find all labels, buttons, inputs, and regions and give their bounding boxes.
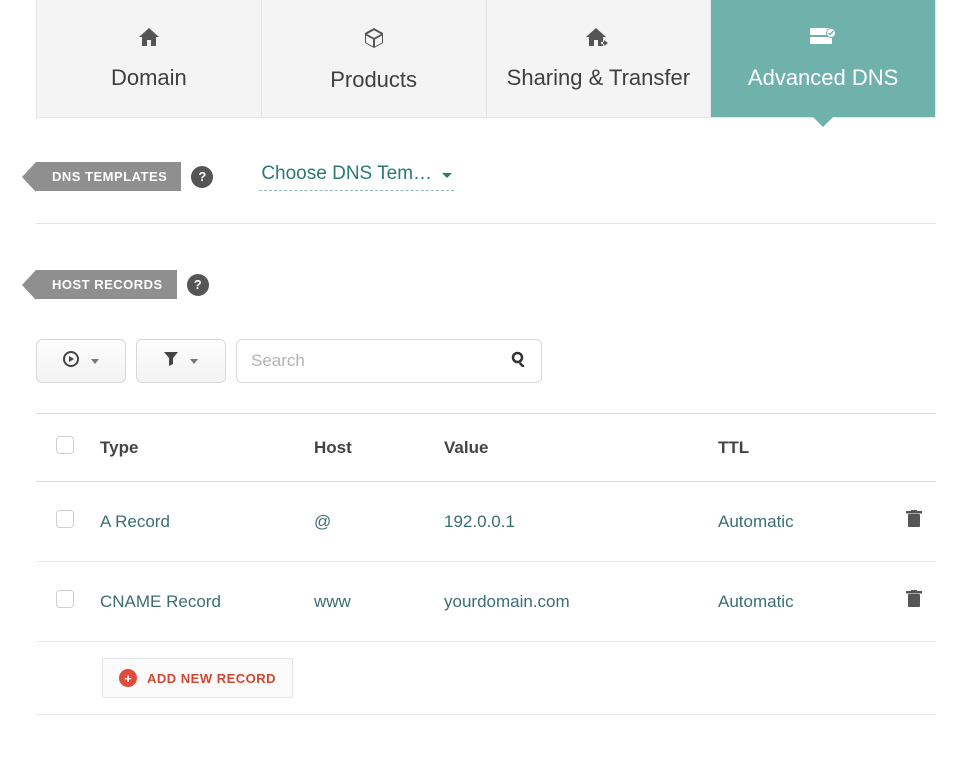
tab-products[interactable]: Products xyxy=(262,0,487,118)
filter-dropdown[interactable] xyxy=(136,339,226,383)
table-row: A Record @ 192.0.0.1 Automatic xyxy=(36,482,936,562)
tab-bar: Domain Products Sharing & Transfer Advan… xyxy=(36,0,936,118)
add-button-label: ADD NEW RECORD xyxy=(147,671,276,686)
box-icon xyxy=(272,28,476,53)
col-type: Type xyxy=(94,414,308,482)
table-header-row: Type Host Value TTL xyxy=(36,414,936,482)
tab-sharing[interactable]: Sharing & Transfer xyxy=(487,0,712,118)
cell-type[interactable]: A Record xyxy=(94,482,308,562)
search-icon[interactable] xyxy=(511,351,527,372)
cell-value[interactable]: 192.0.0.1 xyxy=(438,482,712,562)
dns-icon xyxy=(721,28,925,51)
row-checkbox[interactable] xyxy=(56,510,74,528)
tab-domain[interactable]: Domain xyxy=(37,0,262,118)
add-record-row: + ADD NEW RECORD xyxy=(36,642,936,715)
play-icon xyxy=(63,351,79,372)
trash-icon[interactable] xyxy=(906,593,922,612)
search-box[interactable] xyxy=(236,339,542,383)
home-icon xyxy=(47,28,251,51)
dns-template-select[interactable]: Choose DNS Tem… xyxy=(259,163,454,191)
col-value: Value xyxy=(438,414,712,482)
records-toolbar xyxy=(36,339,936,383)
add-new-record-button[interactable]: + ADD NEW RECORD xyxy=(102,658,293,698)
tab-advanced-dns[interactable]: Advanced DNS xyxy=(711,0,936,118)
host-records-section: HOST RECORDS ? xyxy=(36,270,936,299)
tab-label: Sharing & Transfer xyxy=(507,65,690,90)
cell-type[interactable]: CNAME Record xyxy=(94,562,308,642)
select-all-checkbox[interactable] xyxy=(56,436,74,454)
chevron-down-icon xyxy=(91,359,99,364)
tab-label: Advanced DNS xyxy=(748,65,898,90)
tab-label: Products xyxy=(330,67,417,92)
trash-icon[interactable] xyxy=(906,513,922,532)
share-icon xyxy=(497,28,701,51)
divider xyxy=(36,223,936,224)
dns-templates-section: DNS TEMPLATES ? Choose DNS Tem… xyxy=(36,162,936,191)
cell-value[interactable]: yourdomain.com xyxy=(438,562,712,642)
host-records-tag: HOST RECORDS xyxy=(36,270,177,299)
cell-ttl[interactable]: Automatic xyxy=(712,562,876,642)
dns-templates-tag: DNS TEMPLATES xyxy=(36,162,181,191)
chevron-down-icon xyxy=(190,359,198,364)
col-ttl: TTL xyxy=(712,414,876,482)
host-records-table: Type Host Value TTL A Record @ 192.0.0.1… xyxy=(36,413,936,642)
search-input[interactable] xyxy=(251,351,511,371)
help-icon[interactable]: ? xyxy=(187,274,209,296)
actions-dropdown[interactable] xyxy=(36,339,126,383)
row-checkbox[interactable] xyxy=(56,590,74,608)
col-host: Host xyxy=(308,414,438,482)
help-icon[interactable]: ? xyxy=(191,166,213,188)
filter-icon xyxy=(164,352,178,371)
cell-ttl[interactable]: Automatic xyxy=(712,482,876,562)
cell-host[interactable]: @ xyxy=(308,482,438,562)
plus-icon: + xyxy=(119,669,137,687)
cell-host[interactable]: www xyxy=(308,562,438,642)
tab-label: Domain xyxy=(111,65,187,90)
table-row: CNAME Record www yourdomain.com Automati… xyxy=(36,562,936,642)
